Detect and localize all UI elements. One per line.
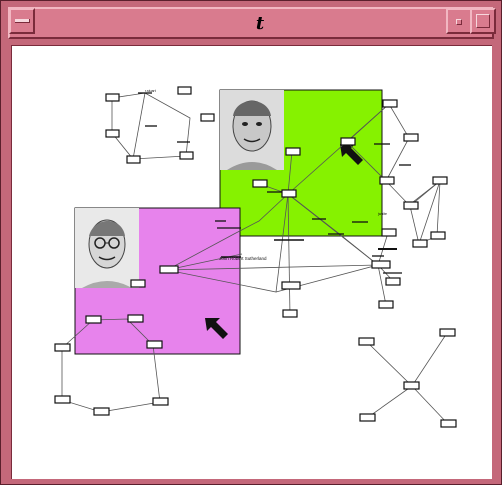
graph-node[interactable] bbox=[127, 314, 144, 323]
graph-node[interactable] bbox=[54, 343, 71, 352]
graph-node[interactable] bbox=[281, 281, 301, 290]
graph-node[interactable] bbox=[105, 93, 120, 102]
graph-node[interactable] bbox=[152, 397, 169, 406]
node-label: r.stuart bbox=[145, 89, 156, 93]
window-menu-button[interactable] bbox=[9, 8, 35, 34]
graph-node[interactable] bbox=[378, 300, 394, 309]
graph-node[interactable] bbox=[359, 413, 376, 422]
graph-node[interactable] bbox=[177, 86, 192, 95]
graph-node[interactable] bbox=[382, 99, 398, 108]
man-portrait-icon bbox=[220, 90, 284, 170]
man-with-glasses-portrait-icon bbox=[75, 208, 139, 288]
graph-node[interactable] bbox=[403, 201, 419, 210]
graph-node[interactable] bbox=[403, 133, 419, 142]
maximize-button[interactable] bbox=[470, 8, 496, 34]
minimize-icon bbox=[456, 19, 462, 25]
title-bar[interactable]: t bbox=[8, 7, 494, 39]
graph-node[interactable] bbox=[358, 337, 375, 346]
graph-visualization[interactable]: John Robert Sutherland r.stuart jwhite bbox=[12, 46, 492, 479]
menu-bar-icon bbox=[15, 19, 30, 23]
graph-node[interactable] bbox=[179, 151, 194, 160]
graph-node[interactable] bbox=[93, 407, 110, 416]
node-label: jwhite bbox=[377, 212, 387, 216]
graph-node[interactable] bbox=[126, 155, 141, 164]
graph-node[interactable] bbox=[146, 340, 163, 349]
graph-node[interactable] bbox=[381, 228, 397, 237]
minimize-button[interactable] bbox=[446, 8, 472, 34]
graph-node[interactable] bbox=[200, 113, 215, 122]
graph-node[interactable] bbox=[285, 147, 301, 156]
graph-node[interactable] bbox=[281, 189, 297, 198]
graph-node[interactable] bbox=[430, 231, 446, 240]
graph-node[interactable] bbox=[105, 129, 120, 138]
graph-node[interactable] bbox=[85, 315, 102, 324]
window-frame: t John Robert Sutherland r.stuart jwhite bbox=[0, 0, 502, 485]
graph-node[interactable] bbox=[432, 176, 448, 185]
window-title: t bbox=[255, 13, 265, 34]
graph-node[interactable] bbox=[403, 381, 420, 390]
graph-node[interactable] bbox=[252, 179, 268, 188]
graph-node[interactable] bbox=[379, 176, 395, 185]
graph-node[interactable] bbox=[340, 137, 356, 146]
graph-node[interactable] bbox=[439, 328, 456, 337]
graph-node[interactable] bbox=[130, 279, 146, 288]
graph-node[interactable] bbox=[282, 309, 298, 318]
graph-canvas[interactable]: John Robert Sutherland r.stuart jwhite bbox=[11, 45, 492, 479]
maximize-icon bbox=[476, 14, 490, 28]
graph-node[interactable] bbox=[385, 277, 401, 286]
graph-node[interactable] bbox=[159, 265, 179, 274]
green-panel-caption: John Robert Sutherland bbox=[219, 256, 267, 261]
graph-node[interactable] bbox=[371, 260, 391, 269]
graph-node[interactable] bbox=[440, 419, 457, 428]
graph-node[interactable] bbox=[54, 395, 71, 404]
graph-node[interactable] bbox=[412, 239, 428, 248]
